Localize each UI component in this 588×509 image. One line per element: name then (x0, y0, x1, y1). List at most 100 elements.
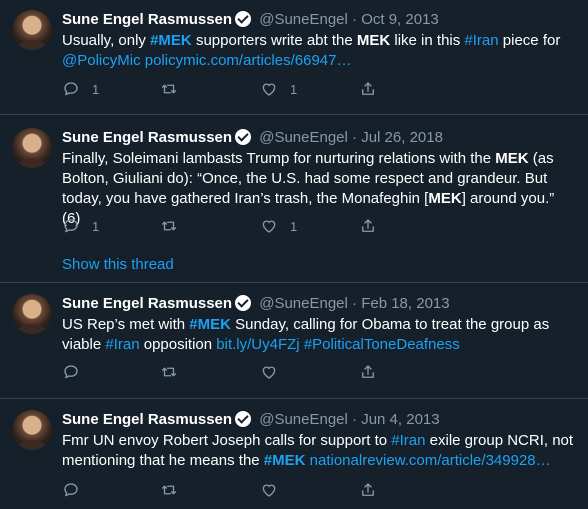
share-button[interactable] (359, 362, 377, 382)
share-icon (362, 365, 374, 378)
reply-icon (64, 82, 78, 96)
retweet-button[interactable] (160, 362, 178, 382)
tweet-divider (0, 282, 588, 283)
retweet-button[interactable] (160, 216, 190, 236)
like-icon (262, 83, 276, 96)
hashtag-link[interactable]: #PoliticalToneDeafness (304, 336, 460, 353)
share-button[interactable] (359, 480, 377, 500)
text-segment: piece for (498, 32, 561, 49)
tweet-date[interactable]: Feb 18, 2013 (361, 295, 449, 312)
avatar[interactable] (12, 10, 52, 50)
text-segment: Sunday, calling for Obama to treat the g… (230, 316, 550, 333)
retweet-icon (161, 485, 177, 495)
timeline-feed: Sune Engel Rasmussen @SuneEngel · Oct 9,… (0, 0, 588, 509)
tweet-content: Sune Engel Rasmussen @SuneEngel · Jun 4,… (62, 410, 576, 471)
reply-count: 1 (92, 218, 100, 234)
avatar[interactable] (12, 410, 52, 450)
author-name[interactable]: Sune Engel Rasmussen (62, 411, 232, 428)
text-segment: Finally, Soleimani lambasts Trump for nu… (62, 150, 496, 167)
like-button[interactable] (260, 480, 278, 500)
verified-badge-icon (235, 411, 252, 427)
share-icon (362, 82, 374, 95)
bold-keyword: MEK (428, 190, 462, 207)
text-segment: supporters write abt the (191, 32, 357, 49)
hashtag-link[interactable]: #Iran (105, 336, 139, 353)
share-button[interactable] (359, 216, 377, 236)
like-count: 1 (290, 218, 298, 234)
tweet-header: Sune Engel Rasmussen @SuneEngel · Jul 26… (62, 128, 576, 148)
retweet-icon (161, 367, 177, 377)
url-link[interactable]: policymic.com/articles/66947… (145, 52, 352, 69)
tweet-date[interactable]: Jul 26, 2018 (361, 129, 443, 146)
hashtag-link[interactable]: #MEK (264, 452, 306, 469)
like-icon (262, 484, 276, 497)
separator-dot: · (352, 295, 358, 312)
reply-count: 1 (92, 81, 100, 97)
share-icon (362, 219, 374, 232)
url-link[interactable]: nationalreview.com/article/349928… (310, 452, 551, 469)
tweet-content: Sune Engel Rasmussen @SuneEngel · Oct 9,… (62, 10, 576, 71)
reply-button[interactable] (62, 362, 80, 382)
author-handle[interactable]: @SuneEngel (259, 129, 348, 146)
author-name[interactable]: Sune Engel Rasmussen (62, 11, 232, 28)
like-count: 1 (290, 81, 298, 97)
tweet-text-line: Bolton, Giuliani do): “Once, the U.S. ha… (62, 169, 576, 189)
author-name[interactable]: Sune Engel Rasmussen (62, 295, 232, 312)
bold-keyword: MEK (356, 32, 391, 49)
separator-dot: · (352, 129, 358, 146)
tweet-actions: 1 1 (62, 216, 462, 236)
reply-button[interactable]: 1 (62, 79, 99, 99)
like-button[interactable] (260, 362, 278, 382)
author-handle[interactable]: @SuneEngel (259, 295, 348, 312)
tweet-content: Sune Engel Rasmussen @SuneEngel · Feb 18… (62, 294, 576, 355)
reply-icon (64, 219, 78, 233)
tweet-actions (62, 362, 462, 382)
separator-dot: · (352, 411, 358, 428)
tweet-text: Fmr UN envoy Robert Joseph calls for sup… (62, 431, 576, 471)
tweet-text-line: viable #Iran opposition bit.ly/Uy4FZj #P… (62, 335, 576, 355)
share-icon (362, 483, 374, 496)
hashtag-link[interactable]: #MEK (150, 32, 192, 49)
bold-keyword: MEK (495, 150, 529, 167)
text-segment: today, you have gathered Iran’s trash, t… (62, 190, 429, 207)
reply-button[interactable] (62, 480, 80, 500)
text-segment: mentioning that he means the (62, 452, 264, 469)
hashtag-link[interactable]: #MEK (189, 316, 231, 333)
text-segment: Fmr UN envoy Robert Joseph calls for sup… (62, 432, 392, 449)
avatar[interactable] (12, 294, 52, 334)
text-segment: Usually, only (62, 32, 151, 49)
url-link[interactable]: bit.ly/Uy4FZj (216, 336, 299, 353)
tweet-header: Sune Engel Rasmussen @SuneEngel · Feb 18… (62, 294, 576, 314)
author-handle[interactable]: @SuneEngel (259, 411, 348, 428)
tweet-text-line: mentioning that he means the #MEK nation… (62, 451, 576, 471)
hashtag-link[interactable]: #Iran (391, 432, 425, 449)
retweet-button[interactable] (160, 79, 190, 99)
hashtag-link[interactable]: #Iran (464, 32, 498, 49)
share-button[interactable] (359, 79, 377, 99)
verified-badge-icon (235, 11, 252, 27)
author-name[interactable]: Sune Engel Rasmussen (62, 129, 232, 146)
like-button[interactable]: 1 (260, 216, 297, 236)
author-handle[interactable]: @SuneEngel (259, 11, 348, 28)
text-segment: viable (62, 336, 106, 353)
tweet-content: Sune Engel Rasmussen @SuneEngel · Jul 26… (62, 128, 576, 229)
avatar[interactable] (12, 128, 52, 168)
text-segment: opposition (139, 336, 217, 353)
separator-dot: · (352, 11, 358, 28)
tweet-date[interactable]: Jun 4, 2013 (361, 411, 439, 428)
tweet-text-line: Fmr UN envoy Robert Joseph calls for sup… (62, 431, 576, 451)
retweet-icon (161, 84, 177, 94)
tweet-text: Usually, only #MEK supporters write abt … (62, 31, 576, 71)
show-thread-link[interactable]: Show this thread (62, 256, 174, 273)
tweet-divider (0, 114, 588, 115)
text-segment: like in this (390, 32, 465, 49)
tweet-date[interactable]: Oct 9, 2013 (361, 11, 439, 28)
tweet-text-line: US Rep’s met with #MEK Sunday, calling f… (62, 315, 576, 335)
retweet-button[interactable] (160, 480, 178, 500)
tweet-text: US Rep’s met with #MEK Sunday, calling f… (62, 315, 576, 355)
reply-icon (64, 483, 78, 497)
like-button[interactable]: 1 (260, 79, 297, 99)
reply-button[interactable]: 1 (62, 216, 99, 236)
tweet-text-line: @PolicyMic policymic.com/articles/66947… (62, 51, 576, 71)
url-link[interactable]: @PolicyMic (62, 52, 141, 69)
